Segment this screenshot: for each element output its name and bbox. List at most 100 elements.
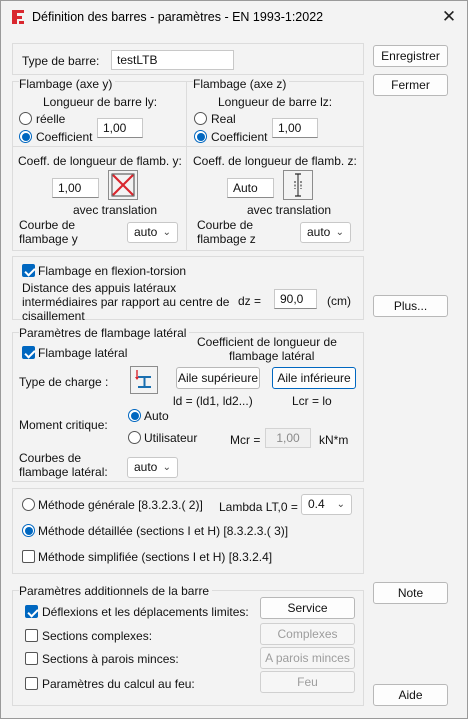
buckling-z-real-label: Real xyxy=(211,112,236,126)
load-type-label: Type de charge : xyxy=(19,375,109,389)
lateral-curves-label-2: flambage latéral: xyxy=(19,465,108,479)
moment-user-label: Utilisateur xyxy=(144,431,198,445)
torsional-label: Flambage en flexion-torsion xyxy=(38,264,187,278)
method-simplified-checkbox[interactable] xyxy=(22,550,35,563)
thin-label: Sections à parois minces: xyxy=(42,652,179,666)
title-bar: Définition des barres - paramètres - EN … xyxy=(1,1,467,33)
save-button[interactable]: Enregistrer xyxy=(373,45,448,67)
buckling-z-curve-select[interactable]: auto ⌄ xyxy=(300,222,351,243)
dz-label: dz = xyxy=(238,294,262,308)
lcr-formula: Lcr = lo xyxy=(292,394,332,408)
buckling-z-curve-value: auto xyxy=(307,225,331,239)
buckling-z-coef-label: Coefficient xyxy=(211,130,268,144)
fire-button[interactable]: Feu xyxy=(260,671,355,693)
note-button[interactable]: Note xyxy=(373,582,448,604)
moment-user-radio[interactable] xyxy=(128,431,141,444)
thin-button[interactable]: A parois minces xyxy=(260,647,355,669)
mcr-unit: kN*m xyxy=(319,433,349,447)
thin-checkbox[interactable] xyxy=(25,652,38,665)
close-icon[interactable]: ✕ xyxy=(437,5,461,29)
buckling-z-curve-label-2: flambage z xyxy=(197,232,256,246)
torsional-dist-line3: cisaillement xyxy=(22,309,85,323)
lambda-select[interactable]: 0.4 ⌄ xyxy=(301,494,352,515)
buckling-y-coef-radio[interactable] xyxy=(19,130,32,143)
buckling-y-curve-label-2: flambage y xyxy=(19,232,78,246)
additional-title: Paramètres additionnels de la barre xyxy=(19,584,213,598)
chevron-down-icon: ⌄ xyxy=(336,499,345,510)
buckling-y-coef-length-label: Coeff. de longueur de flamb. y: xyxy=(18,154,182,168)
buckling-z-real-radio[interactable] xyxy=(194,112,207,125)
method-general-radio[interactable] xyxy=(22,498,35,511)
lambda-value: 0.4 xyxy=(308,497,325,511)
dz-unit: (cm) xyxy=(327,294,351,308)
buckling-z-coef-input[interactable]: 1,00 xyxy=(272,118,318,138)
buckling-y-coef-length-input[interactable]: 1,00 xyxy=(52,178,99,198)
buckling-y-curve-value: auto xyxy=(134,225,158,239)
moment-auto-radio[interactable] xyxy=(128,409,141,422)
method-general-label: Méthode générale [8.3.2.3.( 2)] xyxy=(38,498,203,512)
ld-formula: ld = (ld1, ld2...) xyxy=(173,394,253,408)
lateral-title: Paramètres de flambage latéral xyxy=(19,326,190,340)
more-button[interactable]: Plus... xyxy=(373,295,448,317)
mcr-label: Mcr = xyxy=(230,433,261,447)
service-button[interactable]: Service xyxy=(260,597,355,619)
buckling-y-curve-label-1: Courbe de xyxy=(19,218,76,232)
lower-flange-button[interactable]: Aile inférieure xyxy=(272,367,356,389)
moment-label: Moment critique: xyxy=(19,418,108,432)
buckling-y-coef-input[interactable]: 1,00 xyxy=(97,118,143,138)
deflection-label: Déflexions et les déplacements limites: xyxy=(42,605,249,619)
upper-flange-button[interactable]: Aile supérieure xyxy=(176,367,260,389)
window-title: Définition des barres - paramètres - EN … xyxy=(32,10,324,24)
cross-sway-icon[interactable] xyxy=(108,170,138,200)
dialog-window: Définition des barres - paramètres - EN … xyxy=(0,0,468,719)
i-beam-load-icon[interactable] xyxy=(130,366,158,394)
dz-input[interactable]: 90,0 xyxy=(274,289,317,309)
lateral-checkbox[interactable] xyxy=(22,346,35,359)
chevron-down-icon: ⌄ xyxy=(162,462,171,473)
method-detailed-label: Méthode détaillée (sections I et H) [8.3… xyxy=(38,524,289,538)
non-sway-column-icon[interactable] xyxy=(283,170,313,200)
torsional-dist-line1: Distance des appuis latéraux xyxy=(22,281,177,295)
lambda-label: Lambda LT,0 = xyxy=(219,500,298,514)
lateral-curves-label-1: Courbes de xyxy=(19,451,82,465)
app-icon xyxy=(12,10,24,24)
buckling-y-curve-select[interactable]: auto ⌄ xyxy=(127,222,178,243)
chevron-down-icon: ⌄ xyxy=(162,227,171,238)
bar-type-input[interactable]: testLTB xyxy=(111,50,234,70)
lateral-coef-title-2: flambage latéral xyxy=(229,349,315,363)
buckling-z-curve-label-1: Courbe de xyxy=(197,218,254,232)
buckling-z-coef-length-label: Coeff. de longueur de flamb. z: xyxy=(193,154,357,168)
buckling-y-title: Flambage (axe y) xyxy=(19,77,116,91)
mcr-input[interactable]: 1,00 xyxy=(265,428,311,448)
complex-checkbox[interactable] xyxy=(25,629,38,642)
torsional-checkbox[interactable] xyxy=(22,264,35,277)
buckling-y-translation-label: avec translation xyxy=(73,203,158,217)
buckling-y-real-label: réelle xyxy=(36,112,66,126)
lateral-curves-select[interactable]: auto ⌄ xyxy=(127,457,178,478)
torsional-dist-line2: intermédiaires par rapport au centre de xyxy=(22,295,230,309)
chevron-down-icon: ⌄ xyxy=(335,227,344,238)
buckling-y-length-label: Longueur de barre ly: xyxy=(43,95,158,109)
buckling-y-coef-label: Coefficient xyxy=(36,130,93,144)
complex-label: Sections complexes: xyxy=(42,629,153,643)
fire-label: Paramètres du calcul au feu: xyxy=(42,677,195,691)
buckling-z-length-label: Longueur de barre lz: xyxy=(218,95,333,109)
buckling-z-coef-radio[interactable] xyxy=(194,130,207,143)
method-detailed-radio[interactable] xyxy=(22,524,35,537)
buckling-z-coef-length-input[interactable]: Auto xyxy=(227,178,274,198)
buckling-z-title: Flambage (axe z) xyxy=(193,77,290,91)
lateral-curves-value: auto xyxy=(134,460,158,474)
buckling-y-real-radio[interactable] xyxy=(19,112,32,125)
buckling-z-translation-label: avec translation xyxy=(247,203,332,217)
fire-checkbox[interactable] xyxy=(25,677,38,690)
buckling-divider xyxy=(186,82,187,250)
close-button[interactable]: Fermer xyxy=(373,74,448,96)
bar-type-label: Type de barre: xyxy=(22,54,100,68)
complex-button[interactable]: Complexes xyxy=(260,623,355,645)
moment-auto-label: Auto xyxy=(144,409,169,423)
method-simplified-label: Méthode simplifiée (sections I et H) [8.… xyxy=(38,550,273,564)
lateral-coef-title-1: Coefficient de longueur de xyxy=(197,335,337,349)
buckling-row-divider xyxy=(13,146,363,147)
deflection-checkbox[interactable] xyxy=(25,605,38,618)
help-button[interactable]: Aide xyxy=(373,684,448,706)
